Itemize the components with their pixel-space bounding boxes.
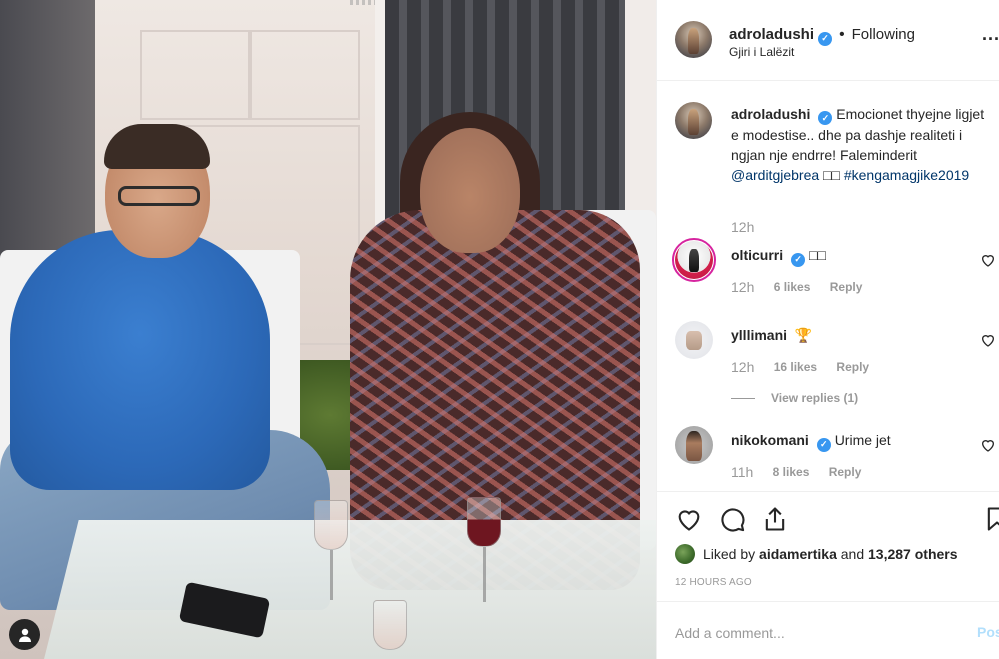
comment-text: ylllimani 🏆 [731, 327, 812, 344]
post-actions: Liked by aidamertika and 13,287 others 1… [657, 491, 999, 601]
comment-likes[interactable]: 8 likes [773, 465, 810, 479]
heart-icon[interactable] [980, 332, 996, 348]
following-button[interactable]: Following [852, 26, 915, 43]
photo-man-shirt [10, 230, 270, 490]
comment-meta: 12h 6 likes Reply [731, 279, 862, 295]
author-line: adroladushi ✓ • Following [729, 26, 915, 46]
author-avatar[interactable] [675, 21, 712, 58]
view-replies-label: View replies (1) [771, 391, 859, 405]
comment-body: Urime jet [834, 432, 891, 448]
user-badge-icon [18, 628, 31, 642]
photo-wall-panel [140, 30, 250, 120]
heart-icon[interactable] [980, 437, 996, 453]
share-icon[interactable] [761, 505, 789, 533]
caption-text: adroladushi ✓ Emocionet thyejne ligjet e … [731, 104, 991, 185]
verified-icon: ✓ [816, 437, 831, 452]
photo-man-hair [104, 124, 210, 169]
comment-reply-button[interactable]: Reply [836, 360, 869, 374]
view-replies-rule [731, 398, 755, 400]
photo-glass-stem [483, 547, 486, 602]
photo-glass-table [41, 520, 656, 659]
comment-meta: 11h 8 likes Reply [731, 464, 861, 480]
post-comment-button[interactable]: Post [977, 624, 999, 640]
photo-woman-face [420, 128, 520, 253]
heart-icon[interactable] [675, 505, 703, 533]
heart-icon[interactable] [980, 252, 996, 268]
comment-item: olticurri ✓ □□ 12h 6 likes Reply [672, 238, 999, 311]
post-header: adroladushi ✓ • Following Gjiri i Lalëzit… [657, 0, 999, 81]
verified-icon: ✓ [818, 111, 833, 125]
comment-username[interactable]: nikokomani [731, 432, 809, 448]
photo-wine-glass [314, 500, 348, 550]
photo-wine-glass [467, 497, 501, 547]
comment-meta: 12h 16 likes Reply [731, 359, 869, 375]
caption-timestamp[interactable]: 12h [731, 219, 754, 235]
photo-man-glasses [118, 186, 200, 206]
liked-by-joiner: and [840, 546, 865, 562]
comment-timestamp[interactable]: 11h [731, 464, 753, 480]
view-replies-button[interactable]: View replies (1) [731, 391, 858, 405]
post-timestamp[interactable]: 12 HOURS AGO [675, 577, 752, 588]
author-username[interactable]: adroladushi [729, 26, 814, 43]
comment-icon[interactable] [718, 505, 746, 533]
comment-timestamp[interactable]: 12h [731, 359, 754, 375]
comment-username[interactable]: olticurri [731, 247, 783, 263]
post-photo[interactable] [0, 0, 656, 659]
comment-likes[interactable]: 16 likes [774, 360, 817, 374]
comment-text: olticurri ✓ □□ [731, 247, 826, 267]
post-sidebar: adroladushi ✓ • Following Gjiri i Lalëzit… [656, 0, 999, 659]
first-liker-link[interactable]: aidamertika [759, 546, 837, 562]
add-comment-input[interactable] [675, 621, 955, 645]
caption-emoji: □□ [823, 167, 840, 183]
liker-avatar[interactable] [675, 544, 695, 564]
liked-by-others-link[interactable]: 13,287 others [868, 546, 958, 562]
add-comment-bar: Post [657, 601, 999, 659]
tagged-users-button[interactable] [9, 619, 40, 650]
photo-wine-glass [373, 600, 407, 650]
bookmark-icon[interactable] [983, 505, 999, 533]
comment-item: nikokomani ✓ Urime jet 11h 8 likes Reply [675, 426, 999, 491]
liked-by: Liked by aidamertika and 13,287 others [675, 544, 958, 564]
caption-author-avatar[interactable] [675, 102, 712, 139]
story-ring [672, 238, 716, 282]
comment-item: ylllimani 🏆 12h 16 likes Reply View repl… [675, 321, 999, 411]
caption-username[interactable]: adroladushi [731, 106, 810, 122]
caption-hashtag-link[interactable]: #kengamagjike2019 [844, 167, 969, 183]
comment-reply-button[interactable]: Reply [830, 280, 863, 294]
liked-by-prefix: Liked by [703, 546, 756, 562]
header-separator: • [839, 26, 845, 43]
caption-mention-link[interactable]: @arditgjebrea [731, 167, 819, 183]
post-location[interactable]: Gjiri i Lalëzit [729, 45, 794, 59]
comment-likes[interactable]: 6 likes [774, 280, 811, 294]
verified-icon: ✓ [818, 31, 833, 46]
comment-timestamp[interactable]: 12h [731, 279, 754, 295]
comment-body: □□ [809, 247, 826, 263]
photo-wall-panel [250, 30, 360, 120]
comment-username[interactable]: ylllimani [731, 327, 787, 343]
commenter-avatar[interactable] [675, 321, 713, 359]
commenter-avatar[interactable] [675, 426, 713, 464]
verified-icon: ✓ [791, 252, 806, 267]
comments-list[interactable]: adroladushi ✓ Emocionet thyejne ligjet e … [657, 81, 999, 491]
comment-text: nikokomani ✓ Urime jet [731, 432, 891, 452]
comment-body: 🏆 [794, 327, 813, 343]
comment-reply-button[interactable]: Reply [829, 465, 862, 479]
photo-glass-stem [330, 550, 333, 600]
more-options-icon[interactable]: ... [982, 24, 999, 45]
